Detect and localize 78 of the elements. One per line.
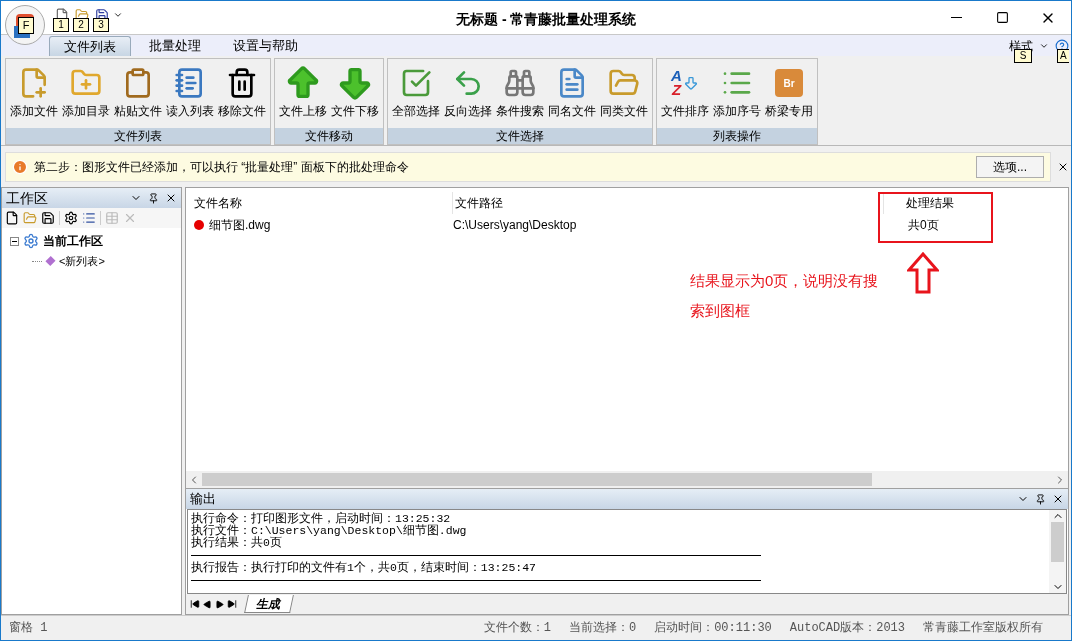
list-import-icon[interactable]: [82, 211, 96, 225]
panel-title: 工作区: [6, 188, 48, 208]
status-text: 启动时间：00:11:30: [654, 620, 772, 637]
save-icon[interactable]: [41, 211, 55, 225]
previous-icon[interactable]: [203, 599, 212, 609]
output-line: 执行结果：共0页: [191, 537, 283, 549]
ribbon-tab[interactable]: 设置与帮助: [219, 36, 312, 56]
annotation-text: 结果显示为0页，说明没有搜索到图框: [690, 271, 880, 321]
ribbon-button[interactable]: 读入列表: [164, 63, 216, 128]
status-text: 文件个数：1: [483, 620, 551, 637]
table-cell-text: 共0页: [908, 217, 939, 234]
next-icon[interactable]: [215, 599, 224, 609]
output-line: 执行报告：执行打印的文件有1个，共0页，结束时间：13:25:47: [191, 562, 537, 574]
ribbon-button[interactable]: 反向选择: [442, 63, 494, 128]
group-label: 文件选择: [388, 128, 652, 144]
tree-item[interactable]: 当前工作区: [43, 232, 103, 250]
table-cell-text: 细节图.dwg: [209, 217, 271, 234]
close-icon[interactable]: [165, 192, 177, 204]
keytip: 1: [53, 17, 69, 32]
workspace-icon: [23, 233, 39, 249]
column-header[interactable]: 处理结果: [884, 192, 1064, 214]
list-node-icon: [45, 255, 56, 267]
ribbon-tab[interactable]: 批量处理: [135, 36, 215, 56]
ribbon-button[interactable]: 文件下移: [329, 63, 381, 128]
binoculars-icon: [504, 67, 536, 99]
bridge-icon: Br: [775, 69, 803, 97]
up-arrow-drawing: [907, 252, 939, 294]
output-line: 执行命令：打印图形文件，启动时间：13:25:32: [191, 513, 452, 525]
ribbon-button[interactable]: 条件搜索: [494, 63, 546, 128]
pin-icon[interactable]: [1035, 493, 1046, 505]
output-line: 执行文件：C:\Users\yang\Desktop\细节图.dwg: [191, 525, 468, 537]
group-label: 列表操作: [657, 128, 817, 144]
status-text: 窗格 1: [9, 620, 48, 637]
status-text: AutoCAD版本：2013: [789, 620, 905, 637]
ribbon-button[interactable]: Br 桥梁专用: [763, 63, 815, 128]
keytip: 3: [93, 17, 109, 32]
trash-icon: [226, 67, 258, 99]
sort-icon: A Z: [669, 67, 701, 99]
ribbon-button[interactable]: A Z 文件排序: [659, 63, 711, 128]
ribbon-button[interactable]: 添加文件: [8, 63, 60, 128]
app-menu-button[interactable]: F: [5, 4, 45, 45]
table-cell-text: C:\Users\yang\Desktop: [453, 217, 578, 234]
first-page-icon[interactable]: [190, 599, 200, 609]
group-label: 文件列表: [6, 128, 270, 144]
ribbon-button[interactable]: 同名文件: [546, 63, 598, 128]
ribbon-button[interactable]: 全部选择: [390, 63, 442, 128]
ribbon-button[interactable]: 移除文件: [216, 63, 268, 128]
tree-item[interactable]: <新列表>: [59, 252, 105, 270]
ribbon-button[interactable]: 粘贴文件: [112, 63, 164, 128]
ribbon-button[interactable]: 同类文件: [598, 63, 650, 128]
ribbon-button[interactable]: 添加序号: [711, 63, 763, 128]
status-text: 常青藤工作室版权所有: [923, 620, 1043, 637]
ribbon-button[interactable]: 添加目录: [60, 63, 112, 128]
properties-icon[interactable]: [64, 211, 78, 225]
info-message: 第二步：图形文件已经添加，可以执行 “批量处理” 面板下的批处理命令: [34, 158, 409, 176]
keytip: S: [1014, 49, 1032, 63]
last-page-icon[interactable]: [227, 599, 237, 609]
column-header[interactable]: 文件名称: [192, 192, 453, 214]
keytip: 2: [73, 17, 89, 32]
ribbon-tab[interactable]: 文件列表: [49, 36, 131, 56]
vertical-scrollbar[interactable]: [1049, 510, 1066, 593]
info-icon: [12, 158, 28, 175]
status-text: 当前选择：0: [568, 620, 637, 637]
window-title: 无标题 - 常青藤批量处理系统: [456, 10, 637, 29]
panel-title: 输出: [190, 490, 216, 509]
minimize-icon: [950, 17, 962, 18]
keytip: A: [1057, 49, 1069, 63]
options-button[interactable]: 选项...: [976, 155, 1044, 178]
pin-icon[interactable]: [148, 192, 159, 204]
group-label: 文件移动: [275, 128, 383, 144]
collapse-toggle[interactable]: [10, 236, 19, 246]
new-file-icon[interactable]: [5, 211, 19, 225]
maximize-icon: [995, 11, 1009, 24]
ribbon-button[interactable]: 文件上移: [277, 63, 329, 128]
check-icon: [400, 67, 432, 99]
column-header[interactable]: 文件路径: [453, 192, 884, 214]
output-tab[interactable]: 生成: [244, 595, 294, 613]
close-icon[interactable]: [1052, 493, 1064, 505]
